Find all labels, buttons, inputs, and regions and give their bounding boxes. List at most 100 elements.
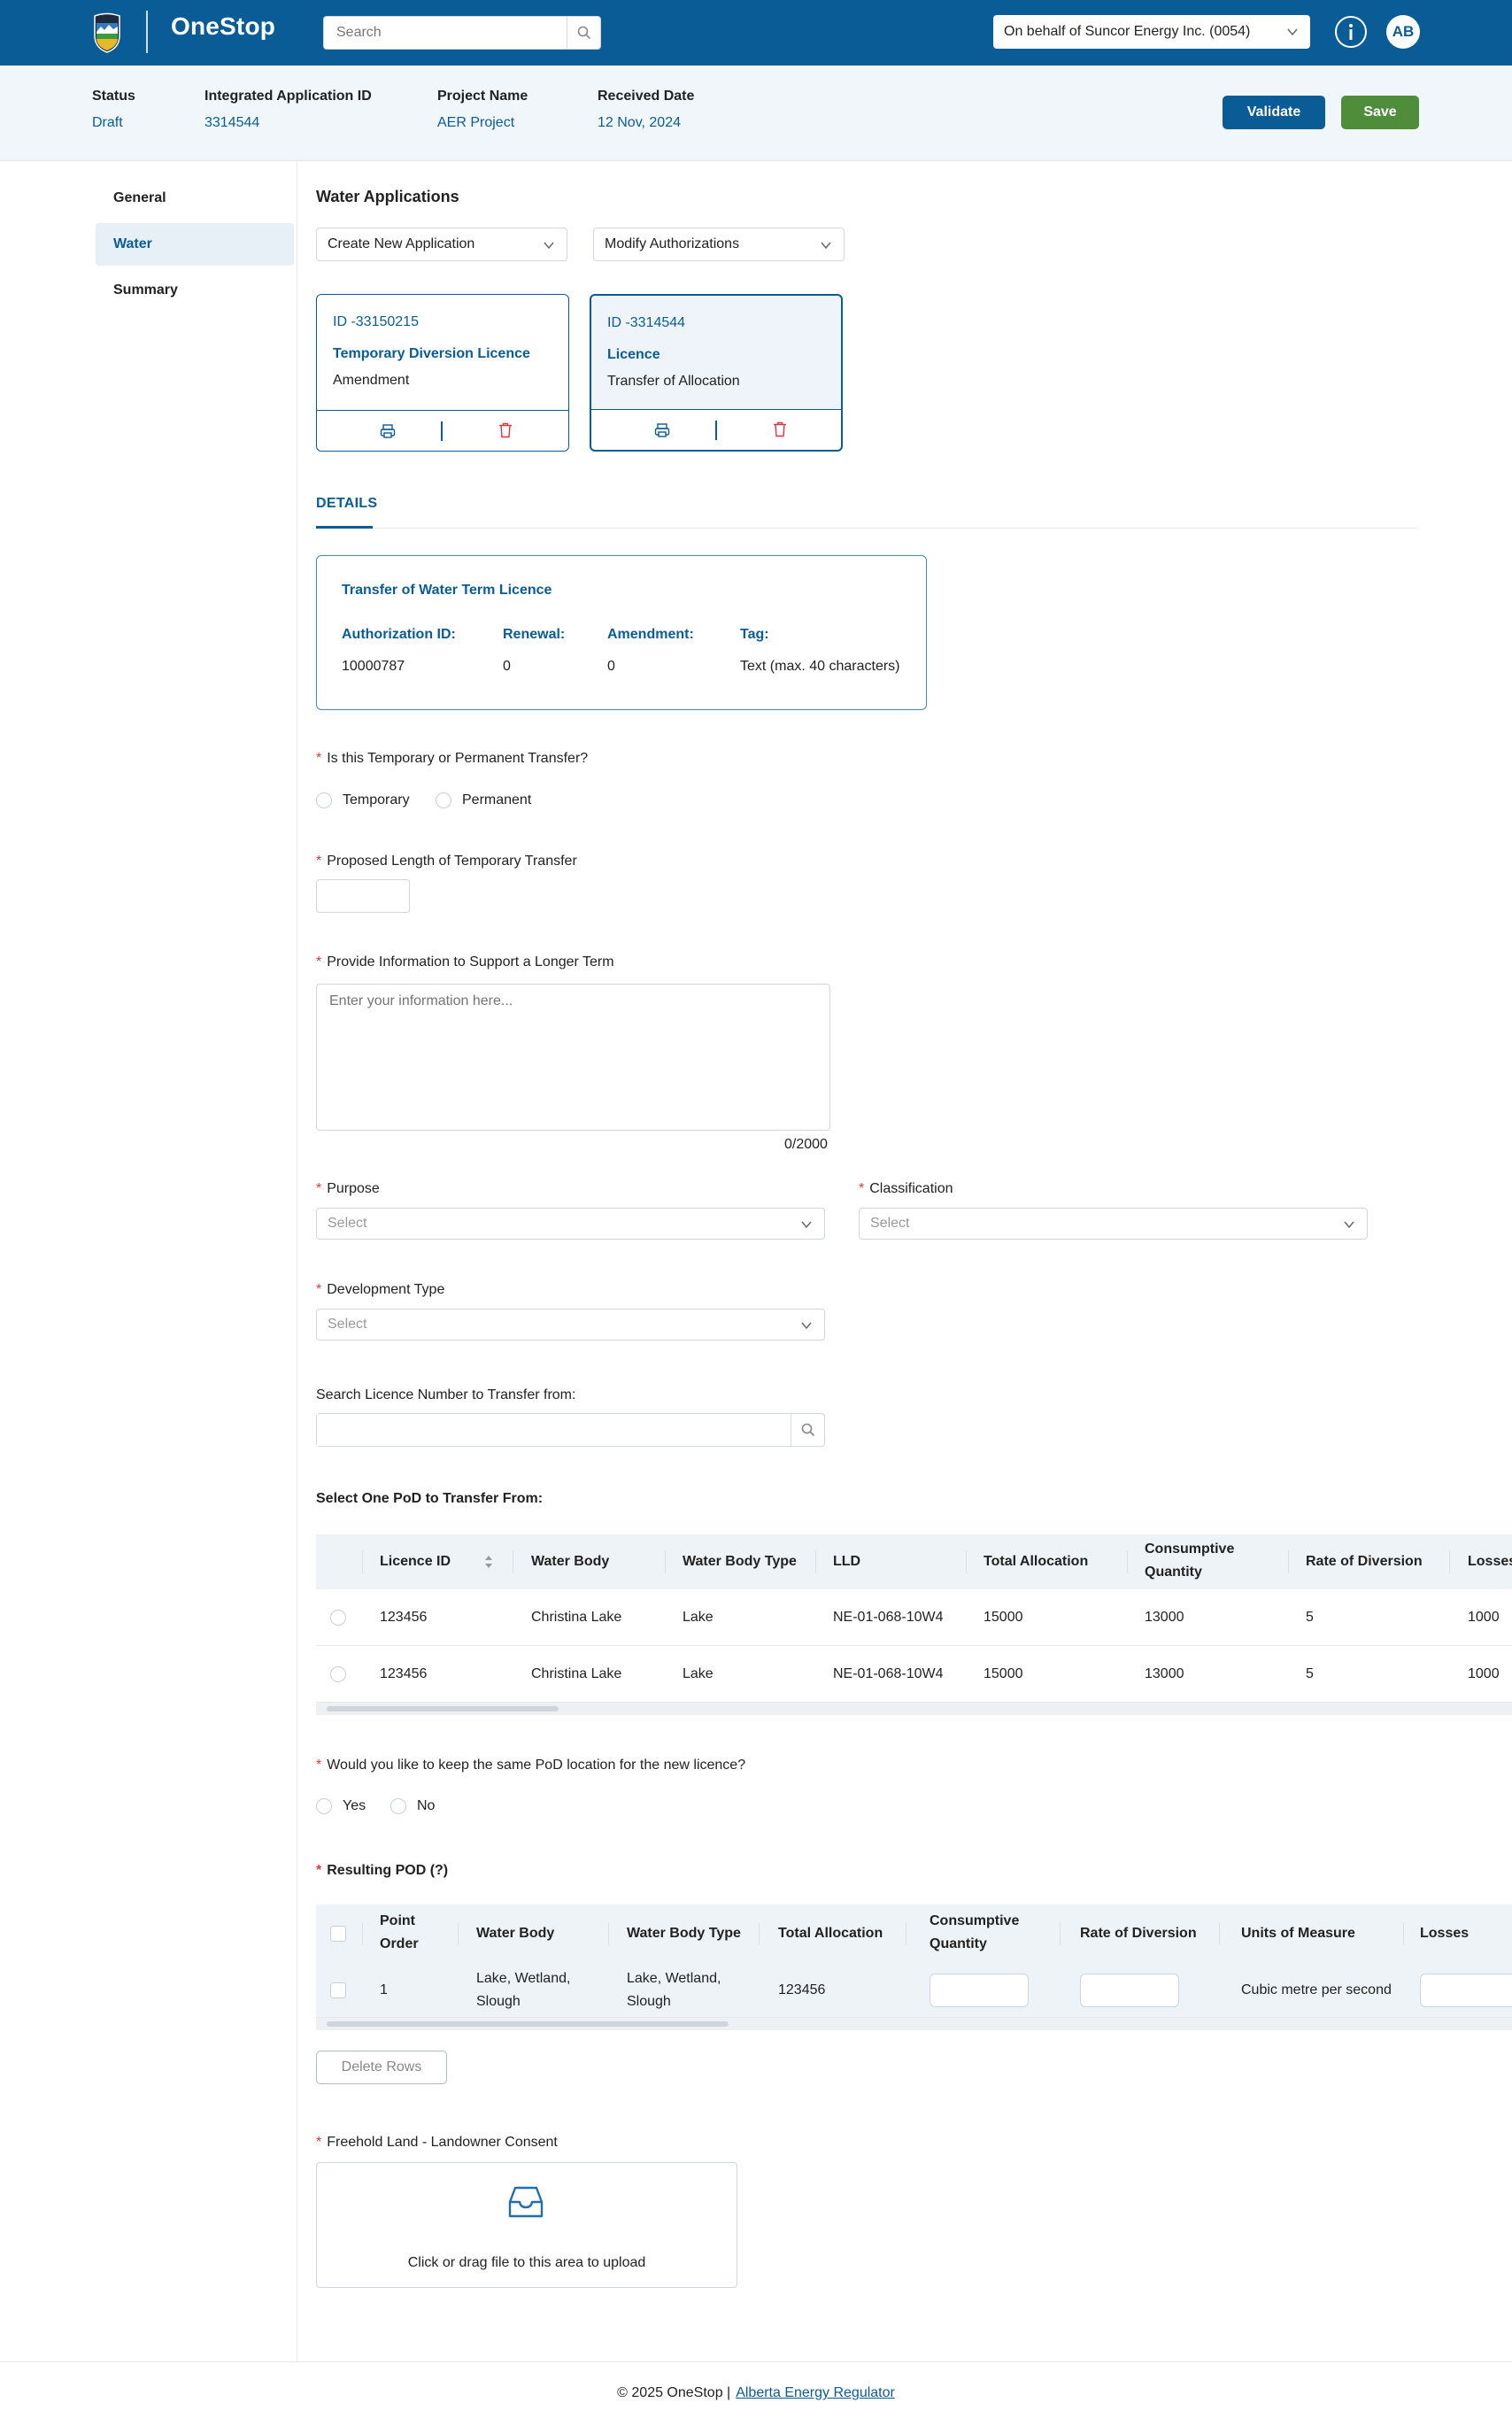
print-icon[interactable] [653,421,671,439]
trash-icon[interactable] [772,421,788,438]
row-radio[interactable] [330,1610,346,1626]
card-id: ID -33150215 [333,314,419,329]
chevron-down-icon [801,1221,812,1229]
horizontal-scrollbar[interactable] [316,1703,1512,1715]
sidebar-item-general[interactable]: General [96,177,294,220]
radio-no-circle[interactable] [390,1798,406,1814]
cell-rate-of-diversion: 5 [1306,1666,1314,1681]
col-lld: LLD [833,1554,861,1569]
resulting-pod-table-header: Point Order Water Body Water Body Type T… [316,1904,1512,1963]
row-radio[interactable] [330,1666,346,1682]
row-checkbox[interactable] [330,1982,346,1998]
radio-permanent-circle[interactable] [436,792,451,808]
save-button[interactable]: Save [1341,96,1419,129]
col-licence-id[interactable]: Licence ID [380,1550,451,1573]
cell-total-allocation: 15000 [984,1666,1023,1681]
sidebar-item-summary[interactable]: Summary [96,269,294,312]
file-upload-dropzone[interactable]: Click or drag file to this area to uploa… [316,2162,737,2288]
development-type-label-text: Development Type [327,1282,445,1297]
print-icon[interactable] [379,422,397,440]
consumptive-quantity-input[interactable] [930,1974,1029,2007]
footer-divider [0,2361,1512,2362]
radio-no-label: No [417,1798,436,1813]
cell-units-of-measure: Cubic metre per second [1241,1982,1392,1997]
classification-label: * Classification [859,1181,953,1197]
col-consumptive: Consumptive [930,1913,1020,1928]
project-value: AER Project [437,115,515,130]
create-new-application-dropdown[interactable]: Create New Application [316,228,567,261]
create-new-application-label: Create New Application [328,236,475,251]
scrollbar-thumb[interactable] [327,2021,729,2027]
horizontal-scrollbar[interactable] [316,2018,1512,2030]
select-pod-title: Select One PoD to Transfer From: [316,1491,544,1506]
info-icon [1349,24,1353,40]
sort-icon[interactable] [484,1555,493,1569]
cell-total-allocation: 15000 [984,1610,1023,1625]
development-type-select-value: Select [328,1317,367,1332]
footer: © 2025 OneStop | Alberta Energy Regulator [0,2385,1512,2401]
radio-temporary[interactable]: Temporary [316,792,410,808]
radio-no[interactable]: No [390,1798,435,1814]
table-row[interactable]: 123456 Christina Lake Lake NE-01-068-10W… [316,1646,1512,1703]
longer-term-textarea[interactable] [316,984,830,1131]
licence-details-box: Transfer of Water Term Licence Authoriza… [316,555,927,710]
scrollbar-thumb[interactable] [327,1706,559,1711]
radio-permanent[interactable]: Permanent [436,792,531,808]
purpose-label: * Purpose [316,1181,380,1197]
validate-button[interactable]: Validate [1223,96,1325,129]
project-label: Project Name [437,89,528,104]
application-card-selected[interactable]: ID -3314544 Licence Transfer of Allocati… [590,294,843,452]
radio-temporary-circle[interactable] [316,792,332,808]
search-button[interactable] [567,17,600,49]
freehold-label: * Freehold Land - Landowner Consent [316,2135,558,2151]
cell-water-body: Christina Lake [531,1666,622,1681]
column-divider [665,1550,666,1573]
delete-rows-button[interactable]: Delete Rows [316,2051,447,2084]
tab-details[interactable]: DETAILS [316,496,377,512]
on-behalf-select[interactable]: On behalf of Suncor Energy Inc. (0054) [993,15,1310,49]
column-divider [608,1922,609,1945]
on-behalf-value: On behalf of Suncor Energy Inc. (0054) [1004,24,1251,39]
required-marker: * [316,1863,322,1878]
licence-search-button[interactable] [791,1414,824,1446]
search-icon [801,1423,814,1437]
cell-licence-id: 123456 [380,1666,428,1681]
required-marker: * [316,1758,322,1773]
avatar[interactable]: AB [1386,15,1420,49]
cell-rate-of-diversion: 5 [1306,1610,1314,1625]
development-type-select[interactable]: Select [316,1309,825,1340]
cell-water-body-type-line2: Slough [627,1994,671,2009]
modify-authorizations-dropdown[interactable]: Modify Authorizations [593,228,845,261]
app-id-field: Integrated Application ID 3314544 [204,89,372,131]
rate-of-diversion-input[interactable] [1080,1974,1179,2007]
trash-icon[interactable] [498,421,513,439]
required-marker: * [316,1181,322,1196]
table-row[interactable]: 123456 Christina Lake Lake NE-01-068-10W… [316,1589,1512,1646]
radio-yes[interactable]: Yes [316,1798,366,1814]
transfer-type-question: * Is this Temporary or Permanent Transfer… [316,751,588,767]
radio-temporary-label: Temporary [343,792,410,807]
column-divider [1060,1922,1061,1945]
sidebar-item-water[interactable]: Water [96,223,294,266]
copyright-text: © 2025 OneStop | [617,2385,731,2400]
info-button[interactable] [1335,16,1367,48]
aer-link[interactable]: Alberta Energy Regulator [736,2385,895,2400]
select-all-checkbox[interactable] [330,1926,346,1942]
search-input[interactable] [324,17,568,49]
chevron-down-icon [801,1322,812,1330]
proposed-length-input[interactable] [316,879,410,913]
alberta-logo-icon[interactable] [92,12,122,53]
water-applications-title: Water Applications [316,188,459,205]
radio-yes-circle[interactable] [316,1798,332,1814]
licence-search-input[interactable] [317,1414,791,1446]
purpose-select[interactable]: Select [316,1208,825,1240]
application-card[interactable]: ID -33150215 Temporary Diversion Licence… [316,294,569,452]
classification-select[interactable]: Select [859,1208,1368,1240]
status-field: Status Draft [92,89,135,131]
amendment-value: 0 [607,659,615,674]
losses-input[interactable] [1420,1974,1512,2007]
longer-term-question: * Provide Information to Support a Longer… [316,954,614,970]
brand-name[interactable]: OneStop [171,12,275,41]
required-marker: * [316,1282,322,1297]
table-row[interactable]: 1 Lake, Wetland, Slough Lake, Wetland, S… [316,1963,1512,2018]
